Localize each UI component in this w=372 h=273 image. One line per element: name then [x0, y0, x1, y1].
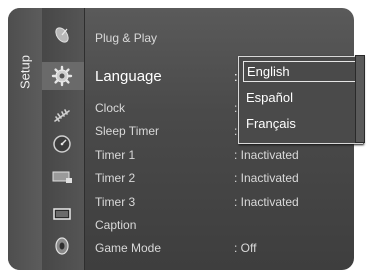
menu-item-label: Caption [95, 218, 137, 232]
language-dropdown[interactable]: English Español Français [238, 56, 363, 144]
language-option-english[interactable]: English [243, 61, 356, 82]
dropdown-scrollbar[interactable] [355, 55, 365, 143]
menu-item-label: Timer 3 [95, 195, 136, 209]
menu-item-value: : Off [234, 241, 257, 255]
menu-item-timer-3[interactable]: Timer 3 : Inactivated [85, 191, 354, 213]
side-tab[interactable]: Setup [8, 8, 42, 270]
menu-item-label: Timer 1 [95, 148, 136, 162]
menu-item-value: : Inactivated [234, 195, 299, 209]
category-icon-column [42, 8, 84, 270]
menu-item-plug-and-play[interactable]: Plug & Play [85, 27, 354, 49]
input-source-icon[interactable] [50, 165, 74, 189]
language-option-espanol[interactable]: Español [243, 87, 356, 108]
sound-speaker-icon[interactable] [50, 234, 74, 258]
menu-item-label: Sleep Timer [95, 124, 160, 138]
menu-item-label: Language [95, 67, 162, 85]
menu-item-label: Game Mode [95, 241, 162, 255]
menu-item-label: Clock [95, 101, 126, 115]
satellite-dish-icon[interactable] [50, 23, 74, 47]
side-tab-label: Setup [17, 55, 33, 89]
menu-item-timer-2[interactable]: Timer 2 : Inactivated [85, 167, 354, 189]
menu-item-caption[interactable]: Caption [85, 214, 354, 236]
language-option-francais[interactable]: Français [243, 113, 356, 134]
menu-item-label: Timer 2 [95, 171, 136, 185]
menu-item-label: Plug & Play [95, 31, 158, 45]
picture-screen-icon[interactable] [50, 202, 74, 226]
menu-item-value: : [234, 124, 238, 138]
clock-dial-icon[interactable] [50, 132, 74, 156]
menu-item-value: : Inactivated [234, 148, 299, 162]
menu-item-game-mode[interactable]: Game Mode : Off [85, 237, 354, 259]
setup-gear-icon[interactable] [50, 64, 74, 88]
menu-item-value: : Inactivated [234, 171, 299, 185]
antenna-icon[interactable] [50, 104, 74, 128]
menu-item-timer-1[interactable]: Timer 1 : Inactivated [85, 144, 354, 166]
menu-item-value: : [234, 101, 238, 115]
